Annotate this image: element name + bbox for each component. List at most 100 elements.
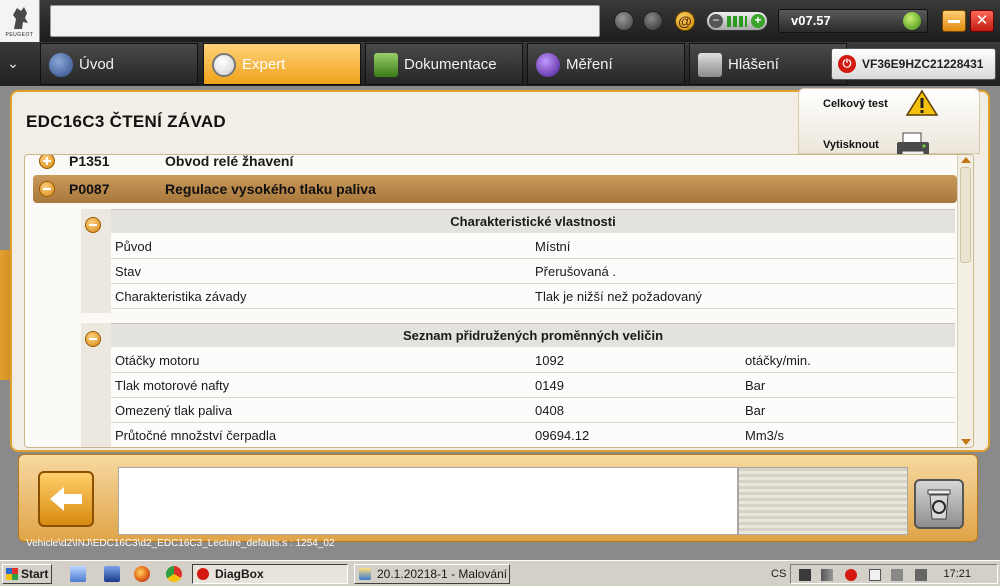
action-menu: Celkový test Vytisknout xyxy=(798,88,980,154)
firefox-icon[interactable] xyxy=(134,566,150,582)
clock[interactable]: 17:21 xyxy=(943,568,971,580)
minus-icon: − xyxy=(709,14,723,28)
anchor-icon[interactable] xyxy=(614,11,634,31)
variable-unit: Bar xyxy=(745,403,766,418)
variable-row: Průtočné množství čerpadla 09694.12 Mm3/… xyxy=(111,423,955,447)
tab-mereni[interactable]: Měření xyxy=(527,43,685,85)
collapse-icon[interactable] xyxy=(39,181,55,197)
language-indicator[interactable]: CS xyxy=(771,568,786,580)
variable-value: 09694.12 xyxy=(535,428,590,443)
system-tray: 17:21 xyxy=(790,564,998,584)
variable-row: Otáčky motoru 1092 otáčky/min. xyxy=(111,348,955,373)
task-label: 20.1.20218-1 - Malování xyxy=(377,567,508,581)
volume-icon[interactable] xyxy=(915,569,927,581)
signal-icon[interactable] xyxy=(821,569,833,581)
print-button[interactable]: Vytisknout xyxy=(823,139,879,151)
desktop-icon[interactable] xyxy=(70,566,86,582)
collapse-icon[interactable] xyxy=(85,331,101,347)
property-value: Místní xyxy=(535,239,571,254)
report-icon xyxy=(698,53,722,77)
power-icon: ⏻ xyxy=(838,55,856,73)
lion-icon xyxy=(12,6,28,29)
vin-label: VF36E9HZC21228431 xyxy=(862,57,984,71)
tab-label: Úvod xyxy=(79,56,115,73)
security-icon[interactable] xyxy=(845,569,857,581)
variable-name: Otáčky motoru xyxy=(115,353,200,368)
fault-row[interactable]: P1351 Obvod relé žhavení xyxy=(33,154,957,175)
paint-icon xyxy=(359,568,371,580)
variable-unit: otáčky/min. xyxy=(745,353,811,368)
scroll-thumb[interactable] xyxy=(960,167,971,263)
expand-icon[interactable] xyxy=(39,155,55,169)
recycle-bin-icon xyxy=(927,489,951,520)
tab-label: Dokumentace xyxy=(404,56,497,73)
home-globe-icon xyxy=(49,53,73,77)
book-icon xyxy=(374,53,398,77)
vertical-scrollbar[interactable] xyxy=(957,155,973,447)
property-name: Původ xyxy=(115,239,152,254)
fault-row-selected[interactable]: P0087 Regulace vysokého tlaku paliva xyxy=(33,175,957,203)
chrome-icon[interactable] xyxy=(166,566,182,582)
property-value: Tlak je nižší než požadovaný xyxy=(535,289,702,304)
variable-value: 1092 xyxy=(535,353,564,368)
task-label: DiagBox xyxy=(215,567,264,581)
fault-code: P1351 xyxy=(69,154,110,169)
flag-icon[interactable] xyxy=(869,569,881,581)
minimize-button[interactable] xyxy=(942,10,966,32)
windows-taskbar: Start DiagBox 20.1.20218-1 - Malování CS… xyxy=(0,560,1000,586)
tab-uvod[interactable]: Úvod xyxy=(40,43,198,85)
save-icon[interactable] xyxy=(104,566,120,582)
close-button[interactable]: ✕ xyxy=(970,10,994,32)
fault-list[interactable]: P1351 Obvod relé žhavení P0087 Regulace … xyxy=(24,154,974,448)
tab-dokumentace[interactable]: Dokumentace xyxy=(365,43,523,85)
variable-value: 0408 xyxy=(535,403,564,418)
start-label: Start xyxy=(21,567,49,581)
overall-test-button[interactable]: Celkový test xyxy=(823,98,888,110)
title-bar: PEUGEOT @ − + v07.57 ✕ xyxy=(0,0,1000,42)
fault-code: P0087 xyxy=(69,181,110,197)
property-name: Stav xyxy=(115,264,142,279)
main-navigation: ⌄ Úvod Expert Dokumentace Měření Hlášení… xyxy=(0,42,1000,86)
address-field[interactable] xyxy=(50,5,600,37)
peugeot-logo: PEUGEOT xyxy=(0,0,40,42)
taskbar-item-diagbox[interactable]: DiagBox xyxy=(192,564,348,584)
status-path: Vehicle\d2\INJ\EDC16C3\d2_EDC16C3_Lectur… xyxy=(26,538,335,549)
taskbar-item-paint[interactable]: 20.1.20218-1 - Malování xyxy=(354,564,510,584)
scroll-down-icon[interactable] xyxy=(961,439,971,445)
fault-description: Regulace vysokého tlaku paliva xyxy=(165,181,376,197)
property-row: Původ Místní xyxy=(111,234,955,259)
email-at-icon[interactable]: @ xyxy=(675,11,695,31)
tab-hlaseni[interactable]: Hlášení xyxy=(689,43,847,85)
status-light-icon xyxy=(903,12,921,30)
user-icon[interactable] xyxy=(643,11,663,31)
variables-section: Seznam přidružených proměnných veličin O… xyxy=(81,323,955,447)
vehicle-vin-button[interactable]: ⏻ VF36E9HZC21228431 xyxy=(831,48,996,80)
waveform-icon xyxy=(536,53,560,77)
variable-name: Průtočné množství čerpadla xyxy=(115,428,277,443)
variable-unit: Mm3/s xyxy=(745,428,784,443)
progress-area xyxy=(738,467,908,535)
variable-unit: Bar xyxy=(745,378,766,393)
diagbox-icon xyxy=(197,568,209,580)
property-value: Přerušovaná . xyxy=(535,264,616,279)
variable-row: Tlak motorové nafty 0149 Bar xyxy=(111,373,955,398)
battery-icon[interactable] xyxy=(891,569,903,581)
variable-name: Tlak motorové nafty xyxy=(115,378,230,393)
variable-row: Omezený tlak paliva 0408 Bar xyxy=(111,398,955,423)
fault-description: Obvod relé žhavení xyxy=(165,154,294,169)
back-button[interactable] xyxy=(38,471,94,527)
network-icon[interactable] xyxy=(799,569,811,581)
collapse-icon[interactable] xyxy=(85,217,101,233)
arrow-left-icon xyxy=(50,487,82,511)
chevron-down-icon[interactable]: ⌄ xyxy=(2,52,24,76)
battery-bars-icon xyxy=(727,16,747,27)
warning-icon[interactable] xyxy=(905,89,939,117)
tab-label: Měření xyxy=(566,56,613,73)
start-button[interactable]: Start xyxy=(2,564,52,584)
battery-indicator[interactable]: − + xyxy=(706,11,768,31)
page-title: EDC16C3 ČTENÍ ZÁVAD xyxy=(26,112,226,131)
tab-expert[interactable]: Expert xyxy=(203,43,361,85)
trash-button[interactable] xyxy=(914,479,964,529)
scroll-up-icon[interactable] xyxy=(961,157,971,163)
tab-label: Expert xyxy=(242,56,286,73)
